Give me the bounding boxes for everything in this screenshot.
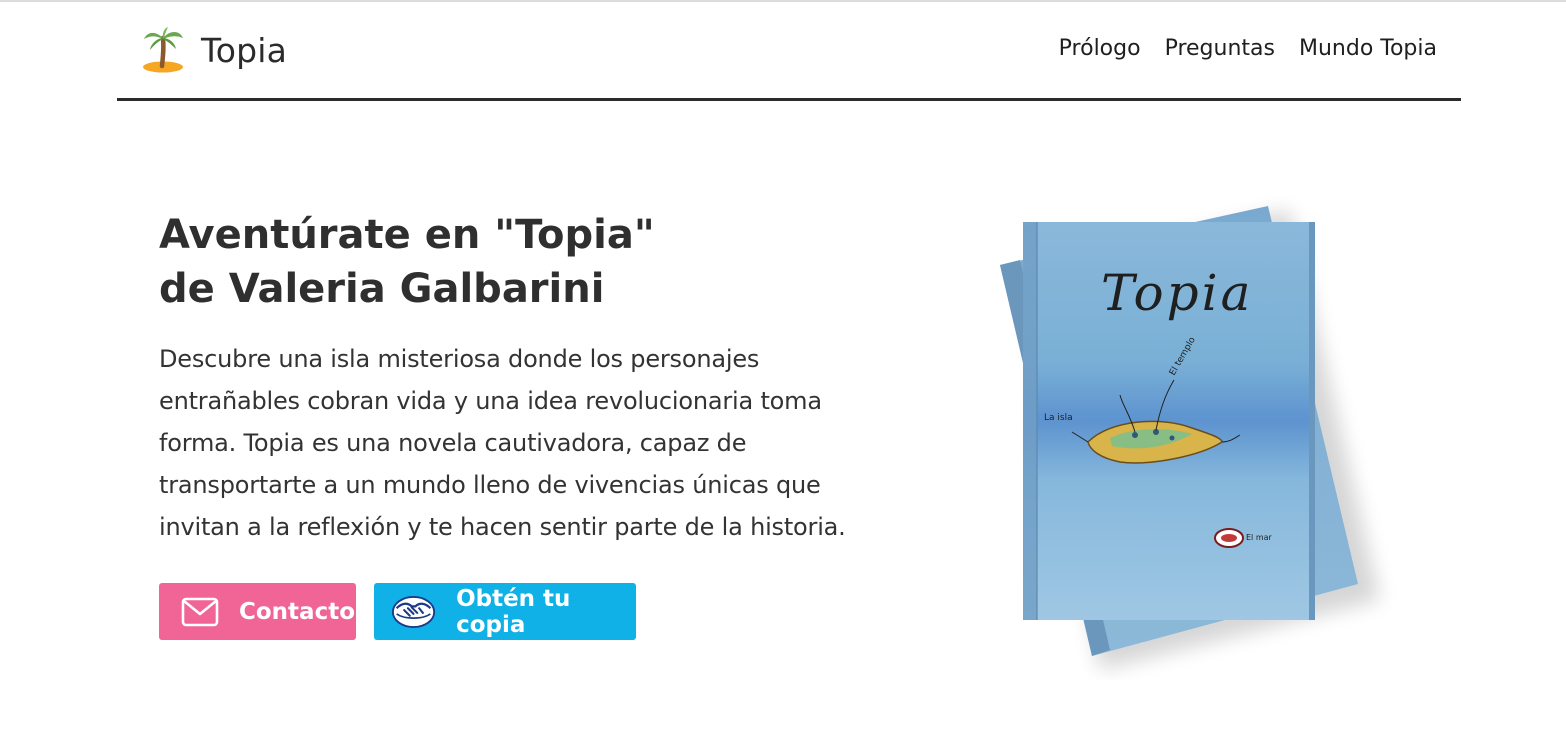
hero-description: Descubre una isla misteriosa donde los p… — [159, 345, 846, 541]
contact-button[interactable]: Contacto — [159, 583, 356, 640]
main-nav: Prólogo Preguntas Mundo Topia — [1059, 36, 1437, 61]
palm-island-icon — [143, 27, 183, 73]
cover-title: Topia — [1101, 264, 1253, 322]
get-copy-button-label: Obtén tu copia — [456, 585, 571, 638]
book-cover-image: Topia La isla El templo El mar — [1000, 206, 1380, 670]
handshake-logo-icon — [391, 595, 436, 628]
nav-link-mundo-topia[interactable]: Mundo Topia — [1299, 36, 1437, 61]
contact-button-label: Contacto — [239, 598, 355, 625]
nav-link-prologo[interactable]: Prólogo — [1059, 36, 1141, 61]
nav-link-preguntas[interactable]: Preguntas — [1165, 36, 1275, 61]
brand-name: Topia — [201, 30, 288, 70]
book-mockup: Topia La isla El templo El mar — [960, 180, 1430, 680]
site-header: Topia Prólogo Preguntas Mundo Topia — [117, 2, 1461, 101]
hero-section: Aventúrate en "Topia" de Valeria Galbari… — [159, 208, 859, 548]
map-label-mar: El mar — [1246, 533, 1273, 542]
hero-title: Aventúrate en "Topia" de Valeria Galbari… — [159, 212, 655, 312]
envelope-icon — [181, 597, 219, 626]
get-copy-button[interactable]: Obtén tu copia — [374, 583, 636, 640]
brand-link[interactable]: Topia — [141, 24, 287, 76]
hero-buttons: Contacto Obtén tu copia — [159, 583, 636, 640]
map-label-isla: La isla — [1044, 413, 1073, 423]
